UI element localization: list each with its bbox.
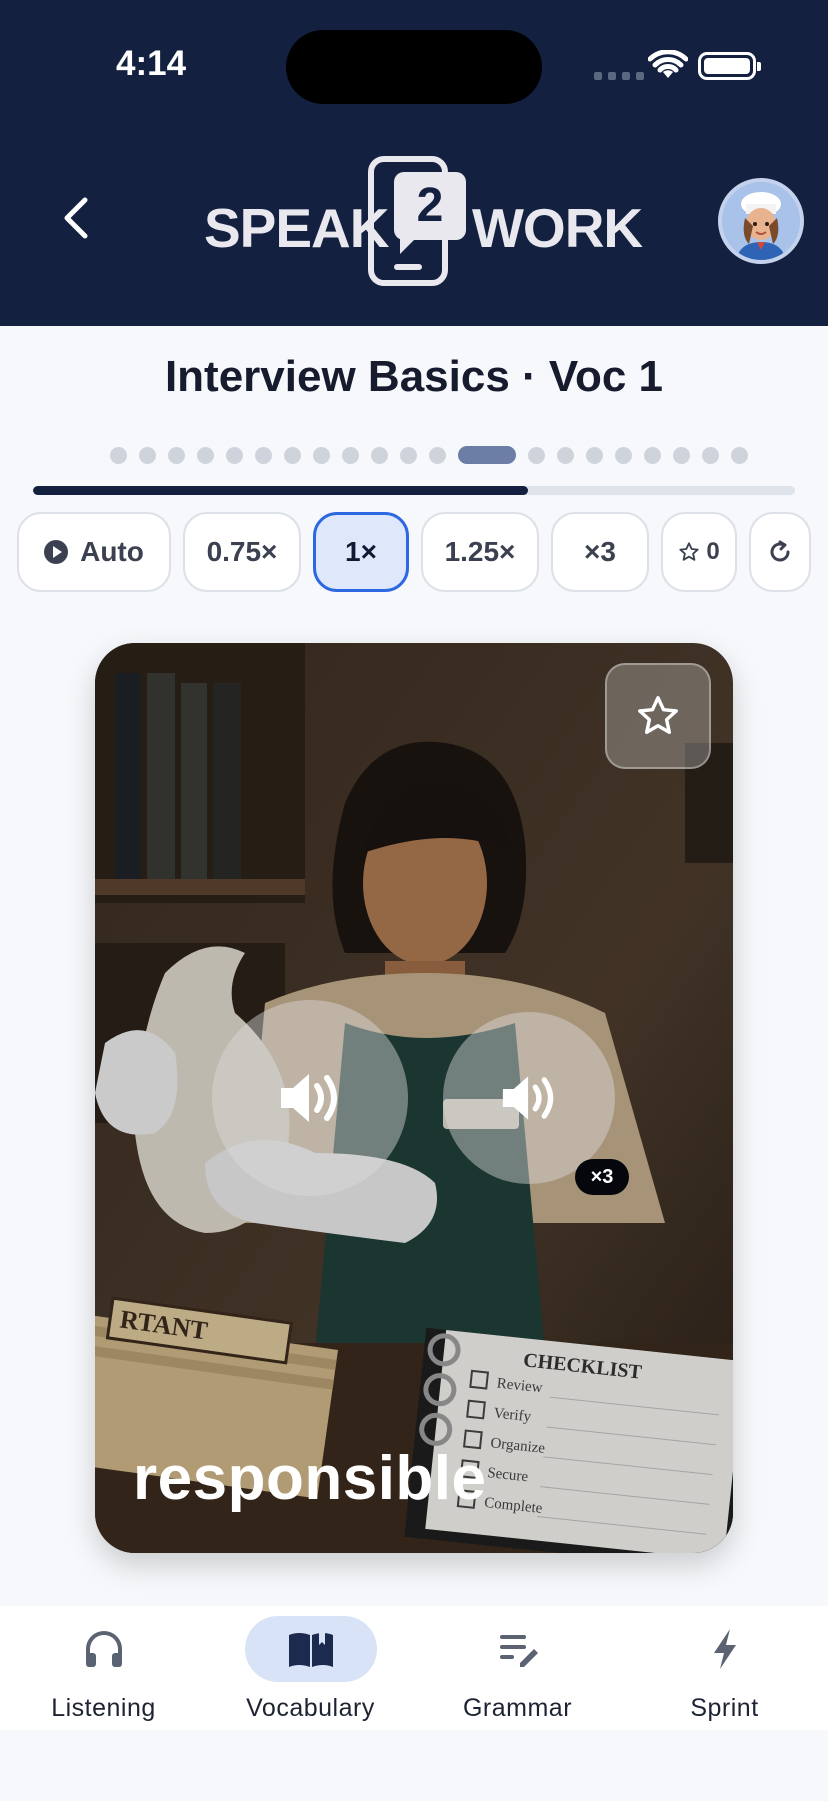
repeat-label: ×3 [584, 536, 616, 567]
logo-text-left: SPEAK [204, 197, 389, 259]
step-dot [528, 446, 545, 464]
play-circle-icon [44, 540, 69, 564]
vocabulary-card[interactable]: RTANT CHECKLIST ReviewVerifyOrganizeSecu… [95, 643, 733, 1553]
step-dot [284, 446, 301, 464]
app-header: 4:14 SPEAK 2 WORK [0, 0, 828, 326]
back-button[interactable] [48, 190, 104, 246]
step-dot [255, 446, 272, 464]
speed-075-button[interactable]: 0.75× [183, 512, 301, 592]
speak2work-logo: SPEAK 2 WORK [204, 152, 643, 288]
tab-vocabulary[interactable]: Vocabulary [207, 1606, 414, 1730]
playback-controls: Auto 0.75× 1× 1.25× ×3 0 [17, 512, 811, 594]
book-icon [288, 1631, 333, 1667]
cellular-signal-icon [594, 72, 644, 80]
vocabulary-word: responsible [133, 1444, 487, 1513]
stars-count: 0 [706, 538, 720, 565]
speed-075-label: 0.75× [206, 536, 278, 567]
step-dot [110, 446, 127, 464]
user-avatar[interactable] [718, 178, 804, 264]
logo-number: 2 [394, 172, 466, 254]
step-dot [557, 446, 574, 464]
logo-text-right: WORK [472, 197, 643, 259]
step-dot [731, 446, 748, 464]
speed-1-label: 1× [345, 536, 377, 567]
card-illustration: RTANT CHECKLIST ReviewVerifyOrganizeSecu… [95, 643, 733, 1553]
status-time: 4:14 [116, 44, 187, 83]
play-audio-repeat-button[interactable] [443, 1012, 615, 1184]
chef-avatar-icon [722, 182, 800, 260]
headphones-icon [85, 1631, 122, 1667]
step-dot [673, 446, 690, 464]
lesson-progress-fill [33, 486, 529, 495]
auto-label: Auto [80, 536, 144, 567]
lesson-progress-bar [33, 486, 795, 495]
tab-listening[interactable]: Listening [0, 1606, 207, 1730]
play-audio-button[interactable] [212, 1000, 408, 1196]
bolt-icon [713, 1629, 736, 1669]
step-dot [429, 446, 446, 464]
step-dot [615, 446, 632, 464]
tab-sprint[interactable]: Sprint [621, 1606, 828, 1730]
speed-125-label: 1.25× [444, 536, 516, 567]
step-dot [371, 446, 388, 464]
battery-icon [698, 52, 761, 80]
step-dot [226, 446, 243, 464]
edit-list-icon [499, 1635, 538, 1667]
speaker-icon [281, 1074, 337, 1122]
step-dot [313, 446, 330, 464]
speaker-icon [502, 1076, 554, 1120]
step-dot [586, 446, 603, 464]
favorite-button[interactable] [605, 663, 711, 769]
step-dot [400, 446, 417, 464]
step-dot [168, 446, 185, 464]
refresh-icon [770, 540, 790, 562]
step-dot [197, 446, 214, 464]
tab-listening-label: Listening [51, 1694, 156, 1722]
tab-vocabulary-label: Vocabulary [246, 1694, 375, 1722]
star-outline-icon [679, 542, 699, 561]
tab-grammar[interactable]: Grammar [414, 1606, 621, 1730]
step-dot-current [458, 446, 516, 464]
repeat-button[interactable]: ×3 [551, 512, 649, 592]
lesson-title: Interview Basics · Voc 1 [164, 352, 664, 401]
step-dot [342, 446, 359, 464]
tab-sprint-label: Sprint [690, 1694, 759, 1722]
dynamic-island [286, 30, 542, 104]
stars-button[interactable]: 0 [661, 512, 737, 592]
star-icon [638, 696, 678, 735]
step-dot [702, 446, 719, 464]
bottom-tab-bar: Listening Vocabulary Grammar Sprint [0, 1606, 828, 1730]
auto-play-button[interactable]: Auto [17, 512, 171, 592]
step-indicator [110, 446, 748, 464]
repeat-badge: ×3 [575, 1159, 629, 1195]
wifi-icon [648, 50, 688, 78]
step-dot [644, 446, 661, 464]
tab-grammar-label: Grammar [462, 1694, 573, 1722]
speed-1-button[interactable]: 1× [313, 512, 409, 592]
reset-button[interactable] [749, 512, 811, 592]
speed-125-button[interactable]: 1.25× [421, 512, 539, 592]
chevron-left-icon [64, 197, 88, 239]
step-dot [139, 446, 156, 464]
